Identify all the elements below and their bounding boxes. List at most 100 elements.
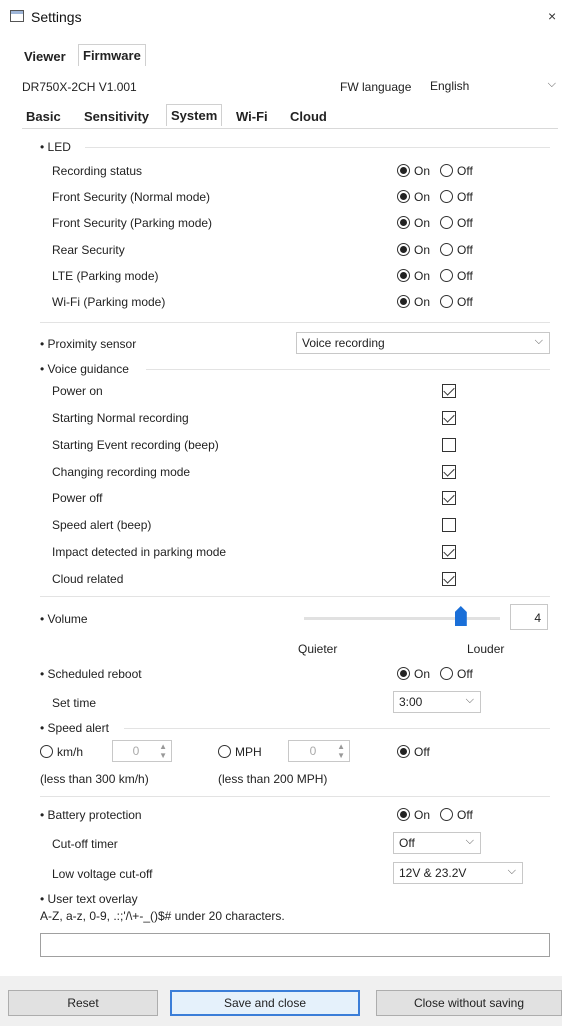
- tab-wifi[interactable]: Wi-Fi: [232, 106, 272, 127]
- speed-alert-off-label: Off: [414, 745, 430, 759]
- stepper-arrows-icon[interactable]: ▲ ▼: [159, 742, 167, 760]
- on-label: On: [414, 216, 431, 230]
- tab-system[interactable]: System: [166, 104, 223, 126]
- divider: [85, 147, 550, 148]
- tab-basic[interactable]: Basic: [22, 106, 65, 127]
- voice-item-checkbox[interactable]: [442, 572, 456, 586]
- reboot-off-radio[interactable]: [440, 667, 453, 680]
- user-text-overlay-input[interactable]: [40, 933, 550, 957]
- sub-tab-bar: Basic Sensitivity System Wi-Fi Cloud: [22, 104, 562, 128]
- off-label: Off: [457, 269, 473, 283]
- led-off-radio[interactable]: [440, 164, 453, 177]
- proximity-sensor-select[interactable]: Voice recording ⌵: [296, 332, 550, 354]
- battery-on-radio[interactable]: [397, 808, 410, 821]
- voice-item-label: Cloud related: [52, 572, 124, 586]
- tab-cloud[interactable]: Cloud: [286, 106, 331, 127]
- chevron-down-icon: ⌵: [534, 335, 543, 347]
- tab-firmware[interactable]: Firmware: [78, 44, 146, 66]
- reset-button[interactable]: Reset: [8, 990, 158, 1016]
- volume-slider-track[interactable]: [304, 617, 500, 620]
- led-on-radio[interactable]: [397, 243, 410, 256]
- volume-slider-thumb[interactable]: [454, 606, 467, 626]
- tab-viewer[interactable]: Viewer: [20, 46, 70, 67]
- tab-divider: [22, 128, 558, 129]
- led-on-radio[interactable]: [397, 269, 410, 282]
- speed-alert-label: • Speed alert: [40, 721, 109, 735]
- divider: [124, 728, 550, 729]
- user-text-overlay-label: • User text overlay: [40, 892, 138, 906]
- mph-label: MPH: [235, 745, 262, 759]
- led-on-radio[interactable]: [397, 164, 410, 177]
- kmh-stepper[interactable]: 0 ▲ ▼: [112, 740, 172, 762]
- volume-value: 4: [510, 604, 548, 630]
- led-on-radio[interactable]: [397, 216, 410, 229]
- led-off-radio[interactable]: [440, 269, 453, 282]
- save-and-close-button[interactable]: Save and close: [170, 990, 360, 1016]
- proximity-sensor-label: • Proximity sensor: [40, 337, 137, 351]
- divider: [40, 596, 550, 597]
- voice-guidance-header: • Voice guidance: [40, 362, 129, 376]
- speed-alert-off-radio[interactable]: [397, 745, 410, 758]
- mph-stepper[interactable]: 0 ▲ ▼: [288, 740, 350, 762]
- off-label: Off: [457, 243, 473, 257]
- on-label: On: [414, 243, 431, 257]
- divider: [40, 322, 550, 323]
- led-off-radio[interactable]: [440, 243, 453, 256]
- voice-item-checkbox[interactable]: [442, 438, 456, 452]
- set-time-select[interactable]: 3:00 ⌵: [393, 691, 481, 713]
- on-label: On: [414, 269, 431, 283]
- reboot-on-radio[interactable]: [397, 667, 410, 680]
- led-off-radio[interactable]: [440, 190, 453, 203]
- on-label: On: [414, 667, 431, 681]
- low-voltage-value: 12V & 23.2V: [399, 866, 467, 880]
- led-on-radio[interactable]: [397, 190, 410, 203]
- on-label: On: [414, 808, 431, 822]
- voice-item-checkbox[interactable]: [442, 545, 456, 559]
- led-off-radio[interactable]: [440, 216, 453, 229]
- chevron-down-icon: ⌵: [507, 865, 516, 877]
- voice-item-label: Speed alert (beep): [52, 518, 152, 532]
- title-bar: Settings ×: [0, 0, 562, 36]
- close-without-saving-button[interactable]: Close without saving: [376, 990, 562, 1016]
- voice-item-checkbox[interactable]: [442, 465, 456, 479]
- close-window-button[interactable]: ×: [548, 8, 556, 24]
- voice-item-checkbox[interactable]: [442, 518, 456, 532]
- led-row-label: Rear Security: [52, 243, 125, 257]
- cutoff-timer-value: Off: [399, 836, 415, 850]
- scheduled-reboot-label: • Scheduled reboot: [40, 667, 142, 681]
- kmh-radio[interactable]: [40, 745, 53, 758]
- battery-off-radio[interactable]: [440, 808, 453, 821]
- voice-item-label: Impact detected in parking mode: [52, 545, 227, 559]
- chevron-down-icon: ⌵: [465, 835, 474, 847]
- led-off-radio[interactable]: [440, 295, 453, 308]
- led-on-radio[interactable]: [397, 295, 410, 308]
- led-row-label: Wi-Fi (Parking mode): [52, 295, 166, 309]
- voice-item-label: Power off: [52, 491, 103, 505]
- fw-language-label: FW language: [340, 80, 412, 94]
- mph-radio[interactable]: [218, 745, 231, 758]
- proximity-sensor-value: Voice recording: [302, 336, 385, 350]
- fw-language-select[interactable]: English ⌵: [425, 76, 562, 98]
- voice-item-checkbox[interactable]: [442, 411, 456, 425]
- low-voltage-select[interactable]: 12V & 23.2V ⌵: [393, 862, 523, 884]
- led-header: • LED: [40, 140, 71, 154]
- chevron-down-icon: ⌵: [547, 78, 556, 90]
- kmh-label: km/h: [57, 745, 84, 759]
- off-label: Off: [457, 808, 473, 822]
- stepper-arrows-icon[interactable]: ▲ ▼: [337, 742, 345, 760]
- led-row-label: Front Security (Parking mode): [52, 216, 213, 230]
- battery-protection-label: • Battery protection: [40, 808, 142, 822]
- voice-item-label: Starting Normal recording: [52, 411, 189, 425]
- divider: [40, 796, 550, 797]
- led-row-label: LTE (Parking mode): [52, 269, 159, 283]
- low-voltage-label: Low voltage cut-off: [52, 867, 153, 881]
- cutoff-timer-select[interactable]: Off ⌵: [393, 832, 481, 854]
- voice-item-checkbox[interactable]: [442, 384, 456, 398]
- voice-item-checkbox[interactable]: [442, 491, 456, 505]
- tab-sensitivity[interactable]: Sensitivity: [80, 106, 153, 127]
- off-label: Off: [457, 295, 473, 309]
- led-row-label: Recording status: [52, 164, 143, 178]
- kmh-note: (less than 300 km/h): [40, 772, 149, 786]
- mph-value: 0: [309, 744, 317, 758]
- led-row-label: Front Security (Normal mode): [52, 190, 211, 204]
